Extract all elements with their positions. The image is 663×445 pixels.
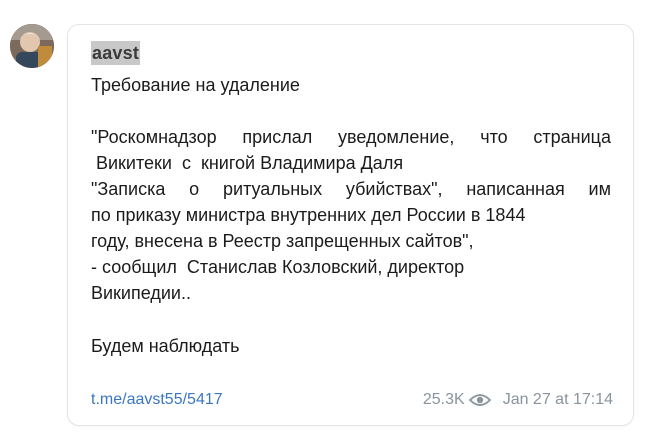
author-name[interactable]: aavst — [91, 41, 141, 65]
quote-line: по приказу министра внутренних дел Росси… — [91, 205, 526, 225]
message-meta: 25.3K Jan 27 at 17:14 — [423, 389, 613, 411]
post-date: Jan 27 at 17:14 — [502, 391, 613, 408]
quote-line: "Роскомнадзор прислал уведомление, что с… — [91, 127, 611, 147]
post-link[interactable]: t.me/aavst55/5417 — [91, 389, 223, 411]
quote-line: - сообщил Станислав Козловский, директор — [91, 257, 465, 277]
quote-line: Википедии.. — [91, 283, 191, 303]
quote-line: году, внесена в Реестр запрещенных сайто… — [91, 231, 474, 251]
quote-line: Викитеки с книгой Владимира Даля — [91, 153, 404, 173]
post-closing: Будем наблюдать — [91, 336, 240, 356]
message-footer: t.me/aavst55/5417 25.3K Jan 27 at 17:14 — [91, 389, 613, 411]
eye-icon — [468, 394, 491, 406]
avatar[interactable] — [10, 24, 54, 68]
post-quote: "Роскомнадзор прислал уведомление, что с… — [91, 124, 611, 306]
quote-line: "Записка о ритуальных убийствах", написа… — [91, 179, 611, 199]
post-title: Требование на удаление — [91, 75, 300, 95]
views-count: 25.3K — [422, 391, 465, 408]
avatar-image — [10, 24, 54, 68]
message-bubble: aavst Требование на удаление "Роскомнадз… — [67, 24, 634, 426]
